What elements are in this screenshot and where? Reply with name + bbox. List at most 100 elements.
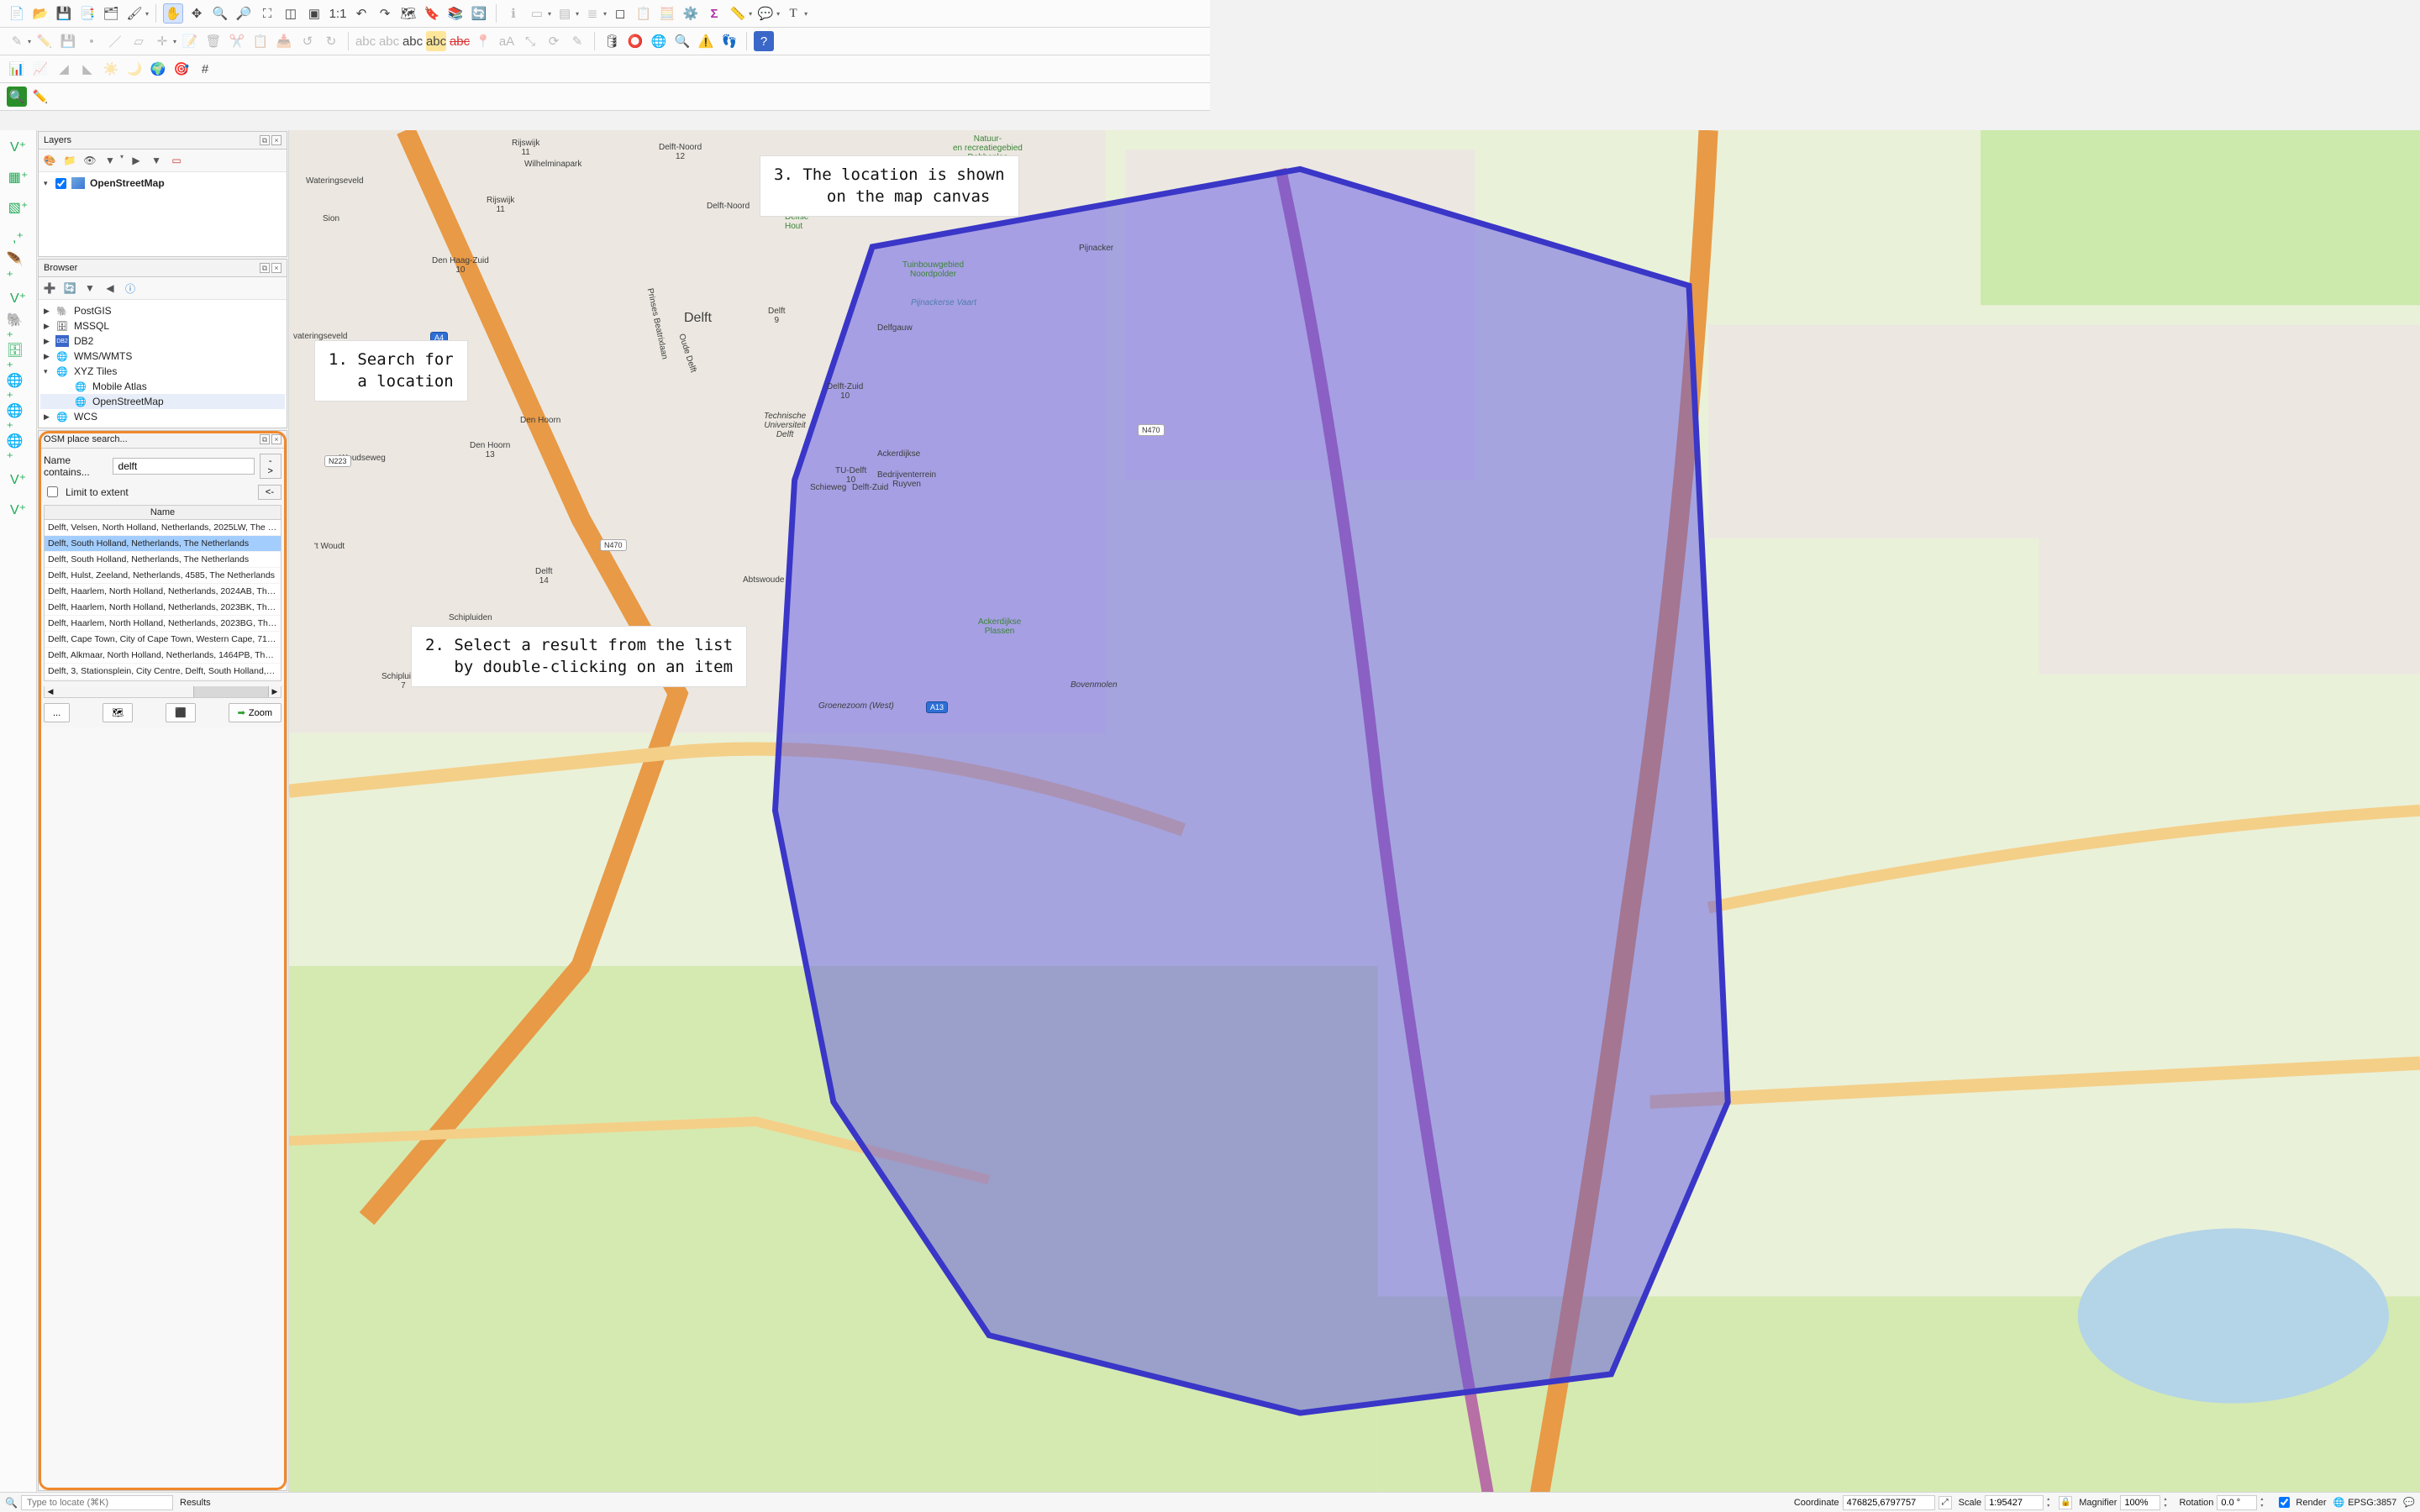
chevron-down-icon[interactable]: ▾ (44, 179, 50, 188)
browser-item[interactable]: ▶🌐WMS/WMTS (40, 349, 285, 364)
copy-icon[interactable]: 📋 (250, 31, 271, 51)
close-icon[interactable]: × (271, 263, 281, 273)
expand-all-icon[interactable]: ▶ (129, 153, 144, 168)
open-project-icon[interactable]: 📂 (30, 3, 50, 24)
zoom-next-icon[interactable]: ↷ (375, 3, 395, 24)
messages-icon[interactable]: 💬 (2403, 1497, 2415, 1508)
add-delimited-icon[interactable]: ,⁺ (7, 226, 30, 249)
properties-icon[interactable]: ⓘ (123, 281, 138, 296)
redo-icon[interactable]: ↻ (321, 31, 341, 51)
label-size-icon[interactable]: aA (497, 31, 517, 51)
detach-icon[interactable]: ⧉ (260, 434, 270, 444)
label-hide-icon[interactable]: abc (450, 31, 470, 51)
save-edits-icon[interactable]: 💾 (58, 31, 78, 51)
new-map-view-icon[interactable]: 🗺 (398, 3, 418, 24)
add-postgis-icon[interactable]: 🐘⁺ (7, 317, 30, 340)
layout-manager-icon[interactable]: 🗂 (101, 3, 121, 24)
metasearch-icon[interactable]: 🔍 (672, 31, 692, 51)
add-selected-icon[interactable]: ➕ (42, 281, 57, 296)
label-move-icon[interactable]: ⤡ (520, 31, 540, 51)
browser-item[interactable]: ▶🐘PostGIS (40, 303, 285, 318)
add-wfs-icon[interactable]: 🌐⁺ (7, 438, 30, 461)
zoom-in-icon[interactable]: 🔍 (210, 3, 230, 24)
result-row[interactable]: Delft, Cape Town, City of Cape Town, Wes… (45, 632, 281, 648)
limit-extent-checkbox[interactable] (47, 486, 58, 497)
render-checkbox[interactable] (2279, 1497, 2290, 1508)
pan-icon[interactable]: ✋ (163, 3, 183, 24)
add-virtual-icon[interactable]: V⁺ (7, 286, 30, 310)
raster-brighter-icon[interactable]: ☀️ (101, 59, 121, 79)
josm-icon[interactable]: ✏️ (30, 87, 50, 107)
add-mesh-icon[interactable]: ▧⁺ (7, 196, 30, 219)
result-row[interactable]: Delft, Hulst, Zeeland, Netherlands, 4585… (45, 568, 281, 584)
refresh-icon[interactable]: 🔄 (469, 3, 489, 24)
add-group-icon[interactable]: 📁 (62, 153, 77, 168)
vertex-tool-icon[interactable]: ✛ (152, 31, 172, 51)
map-tips-icon[interactable]: 💬 (755, 3, 776, 24)
add-polygon-icon[interactable]: ▱ (129, 31, 149, 51)
field-calc-icon[interactable]: 🧮 (657, 3, 677, 24)
results-table[interactable]: Name Delft, Velsen, North Holland, Nethe… (44, 505, 281, 681)
browser-item[interactable]: ▶DB2DB2 (40, 333, 285, 349)
add-ows-icon[interactable]: V⁺ (7, 468, 30, 491)
more-options-button[interactable]: ... (44, 703, 70, 722)
result-row[interactable]: Delft, Velsen, North Holland, Netherland… (45, 520, 281, 536)
edits-icon[interactable]: ✎ (7, 31, 27, 51)
filter-icon[interactable]: ▼ (82, 281, 97, 296)
select-all-icon[interactable]: ≣ (582, 3, 602, 24)
undo-icon[interactable]: ↺ (297, 31, 318, 51)
add-raster-icon[interactable]: ▦⁺ (7, 165, 30, 189)
crs-label[interactable]: EPSG:3857 (2348, 1498, 2396, 1508)
web-icon[interactable]: 🌐 (649, 31, 669, 51)
browser-item[interactable]: ▾🌐XYZ Tiles (40, 364, 285, 379)
measure-icon[interactable]: 📏 (728, 3, 748, 24)
new-project-icon[interactable]: 📄 (7, 3, 27, 24)
add-spatialite-icon[interactable]: 🪶⁺ (7, 256, 30, 280)
show-bookmarks-icon[interactable]: 📚 (445, 3, 466, 24)
scale-lock-icon[interactable]: 🔒 (2059, 1496, 2072, 1509)
label-pin-icon[interactable]: 📍 (473, 31, 493, 51)
browser-item[interactable]: 🌐OpenStreetMap (40, 394, 285, 409)
zoom-native-icon[interactable]: 1:1 (328, 3, 348, 24)
style-manager-icon[interactable]: 🖌 (124, 3, 145, 24)
zoom-button[interactable]: ➡Zoom (229, 703, 281, 722)
save-project-icon[interactable]: 💾 (54, 3, 74, 24)
label-diagram-icon[interactable]: abc (355, 31, 376, 51)
filter-legend-icon[interactable]: ▼ (103, 153, 118, 168)
layer-visibility-checkbox[interactable] (55, 178, 66, 189)
crs-icon[interactable]: 🌐 (2333, 1497, 2345, 1508)
raster-local-icon[interactable]: ◢ (54, 59, 74, 79)
pan-to-selection-icon[interactable]: ✥ (187, 3, 207, 24)
add-db2-icon[interactable]: 🗄⁺ (7, 347, 30, 370)
label-layer-icon[interactable]: abc (379, 31, 399, 51)
new-layout-icon[interactable]: 📑 (77, 3, 97, 24)
label-rotate-icon[interactable]: ⟳ (544, 31, 564, 51)
add-vector-icon[interactable]: V⁺ (7, 135, 30, 159)
identify-icon[interactable]: ℹ (503, 3, 523, 24)
close-icon[interactable]: × (271, 434, 281, 444)
scale-input[interactable] (1985, 1495, 2044, 1510)
collapse-all-icon[interactable]: ▼ (149, 153, 164, 168)
delete-selected-icon[interactable]: 🗑 (203, 31, 224, 51)
name-contains-input[interactable] (113, 458, 255, 475)
raster-hist-icon[interactable]: 📊 (7, 59, 27, 79)
label-highlight-icon[interactable]: abc (426, 31, 446, 51)
result-row[interactable]: Delft, South Holland, Netherlands, The N… (45, 552, 281, 568)
browser-item[interactable]: ▶🌐WCS (40, 409, 285, 424)
stats-icon[interactable]: Σ (704, 3, 724, 24)
toggle-editing-icon[interactable]: ✏️ (34, 31, 55, 51)
result-row[interactable]: Delft, 3, Stationsplein, City Centre, De… (45, 664, 281, 680)
coord-capture-icon[interactable]: 🎯 (171, 59, 192, 79)
extents-toggle-icon[interactable]: ⤢ (1939, 1496, 1952, 1509)
help-icon[interactable]: ? (754, 31, 774, 51)
detach-icon[interactable]: ⧉ (260, 135, 270, 145)
paste-icon[interactable]: 📥 (274, 31, 294, 51)
locate-input[interactable] (21, 1495, 173, 1510)
browser-item[interactable]: 🌐Mobile Atlas (40, 379, 285, 394)
result-row[interactable]: Delft, Haarlem, North Holland, Netherlan… (45, 584, 281, 600)
results-scrollbar[interactable]: ◀▶ (44, 686, 281, 698)
raster-stretch-icon[interactable]: 📈 (30, 59, 50, 79)
new-bookmark-icon[interactable]: 🔖 (422, 3, 442, 24)
result-row[interactable]: Delft, Haarlem, North Holland, Netherlan… (45, 616, 281, 632)
name-column-header[interactable]: Name (45, 506, 281, 520)
